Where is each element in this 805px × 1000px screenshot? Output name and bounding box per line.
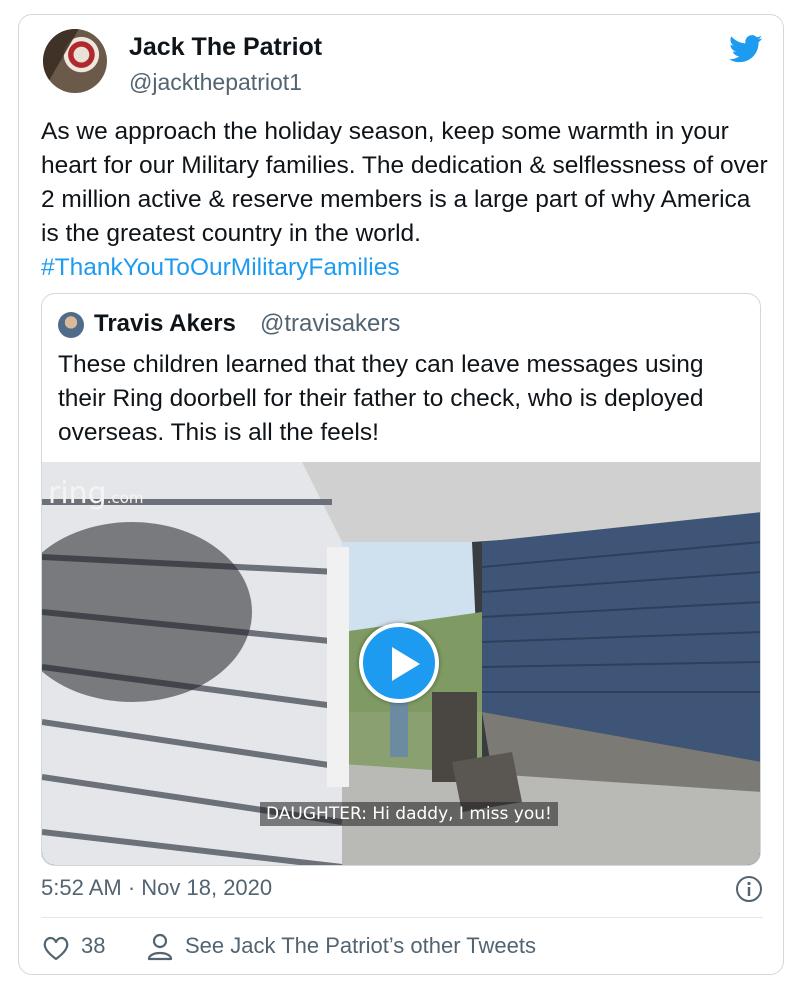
video-player[interactable]: ring.com DAUGHTER: Hi daddy, I miss you! xyxy=(42,462,760,865)
ring-logo-suffix: .com xyxy=(106,489,144,507)
tweet-text: As we approach the holiday season, keep … xyxy=(41,115,771,285)
author-handle[interactable]: @jackthepatriot1 xyxy=(129,69,302,96)
video-caption: DAUGHTER: Hi daddy, I miss you! xyxy=(260,802,558,826)
see-other-tweets-link[interactable]: See Jack The Patriot’s other Tweets xyxy=(185,933,536,959)
author-name[interactable]: Jack The Patriot xyxy=(129,33,322,62)
play-icon[interactable] xyxy=(359,623,439,703)
twitter-bird-icon[interactable] xyxy=(729,35,763,63)
ring-logo-main: ring xyxy=(48,476,107,511)
author-avatar[interactable] xyxy=(43,29,107,93)
quoted-tweet-text: These children learned that they can lea… xyxy=(58,351,704,446)
quoted-author-handle[interactable]: @travisakers xyxy=(260,310,400,338)
hashtag-link[interactable]: #ThankYouToOurMilitaryFamilies xyxy=(41,254,400,281)
person-icon xyxy=(147,933,173,961)
quoted-author-avatar[interactable] xyxy=(58,312,84,338)
tweet-body: As we approach the holiday season, keep … xyxy=(41,118,768,247)
quoted-author-name[interactable]: Travis Akers xyxy=(94,310,236,338)
ring-watermark: ring.com xyxy=(48,476,144,511)
heart-icon[interactable] xyxy=(41,933,71,963)
divider xyxy=(41,917,763,918)
tweet-timestamp[interactable]: 5:52 AM · Nov 18, 2020 xyxy=(41,875,272,901)
info-icon[interactable] xyxy=(735,875,763,903)
like-count: 38 xyxy=(81,933,106,958)
tweet-card: Jack The Patriot @jackthepatriot1 As we … xyxy=(18,14,784,975)
quoted-tweet[interactable]: Travis Akers @travisakers These children… xyxy=(41,293,761,866)
